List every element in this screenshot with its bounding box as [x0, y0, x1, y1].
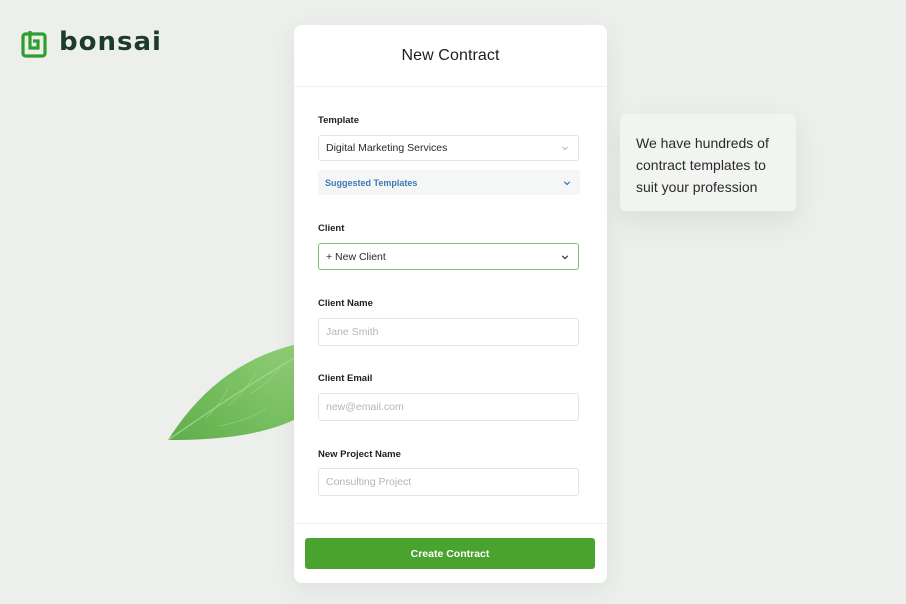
suggested-templates-dropdown[interactable]: Suggested Templates	[318, 170, 580, 195]
suggested-templates-label: Suggested Templates	[325, 177, 418, 188]
template-label: Template	[318, 115, 360, 126]
client-name-input[interactable]: Jane Smith	[318, 318, 579, 346]
client-email-label: Client Email	[318, 373, 373, 384]
brand-name: bonsai	[59, 27, 162, 57]
chevron-down-icon	[561, 254, 569, 259]
bonsai-logo[interactable]: bonsai	[21, 29, 162, 58]
chevron-down-icon	[562, 146, 568, 151]
template-select-value: Digital Marketing Services	[326, 142, 448, 154]
leaf-illustration	[167, 344, 299, 441]
new-contract-card: New Contract Template Digital Marketing …	[294, 25, 607, 583]
client-name-label: Client Name	[318, 298, 373, 309]
template-select[interactable]: Digital Marketing Services	[318, 135, 579, 161]
client-email-input[interactable]: new@email.com	[318, 393, 579, 421]
card-title: New Contract	[401, 47, 500, 64]
templates-tooltip: We have hundreds of contract templates t…	[620, 114, 796, 211]
client-select-value: + New Client	[326, 250, 386, 263]
client-email-placeholder: new@email.com	[326, 401, 404, 413]
card-footer: Create Contract	[294, 523, 607, 583]
client-label: Client	[318, 223, 345, 234]
client-select[interactable]: + New Client	[318, 243, 579, 270]
tooltip-text: We have hundreds of contract templates t…	[636, 135, 769, 195]
project-name-label: New Project Name	[318, 449, 401, 460]
create-contract-button[interactable]: Create Contract	[305, 538, 595, 569]
chevron-down-icon	[563, 180, 571, 185]
project-name-input[interactable]: Consulting Project	[318, 468, 579, 496]
card-header: New Contract	[294, 25, 607, 87]
project-name-placeholder: Consulting Project	[326, 476, 412, 488]
bonsai-logo-icon	[21, 31, 47, 58]
client-name-placeholder: Jane Smith	[326, 326, 379, 338]
